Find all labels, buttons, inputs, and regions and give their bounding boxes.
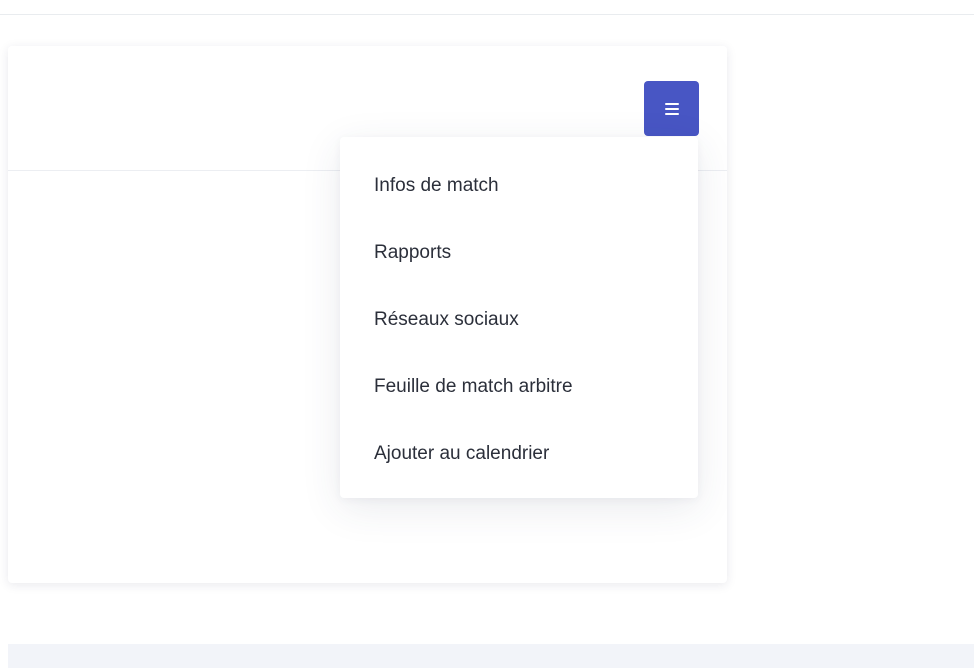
menu-item-reseaux-sociaux[interactable]: Réseaux sociaux [340,305,698,372]
menu-item-rapports[interactable]: Rapports [340,238,698,305]
hamburger-icon [664,102,679,115]
top-divider [0,14,974,15]
menu-item-feuille-de-match-arbitre[interactable]: Feuille de match arbitre [340,372,698,439]
menu-item-infos-de-match[interactable]: Infos de match [340,171,698,238]
page: Infos de match Rapports Réseaux sociaux … [0,0,974,668]
dropdown-menu: Infos de match Rapports Réseaux sociaux … [340,137,698,498]
menu-toggle-button[interactable] [644,81,699,136]
next-section-band [8,644,974,668]
menu-item-ajouter-au-calendrier[interactable]: Ajouter au calendrier [340,439,698,506]
